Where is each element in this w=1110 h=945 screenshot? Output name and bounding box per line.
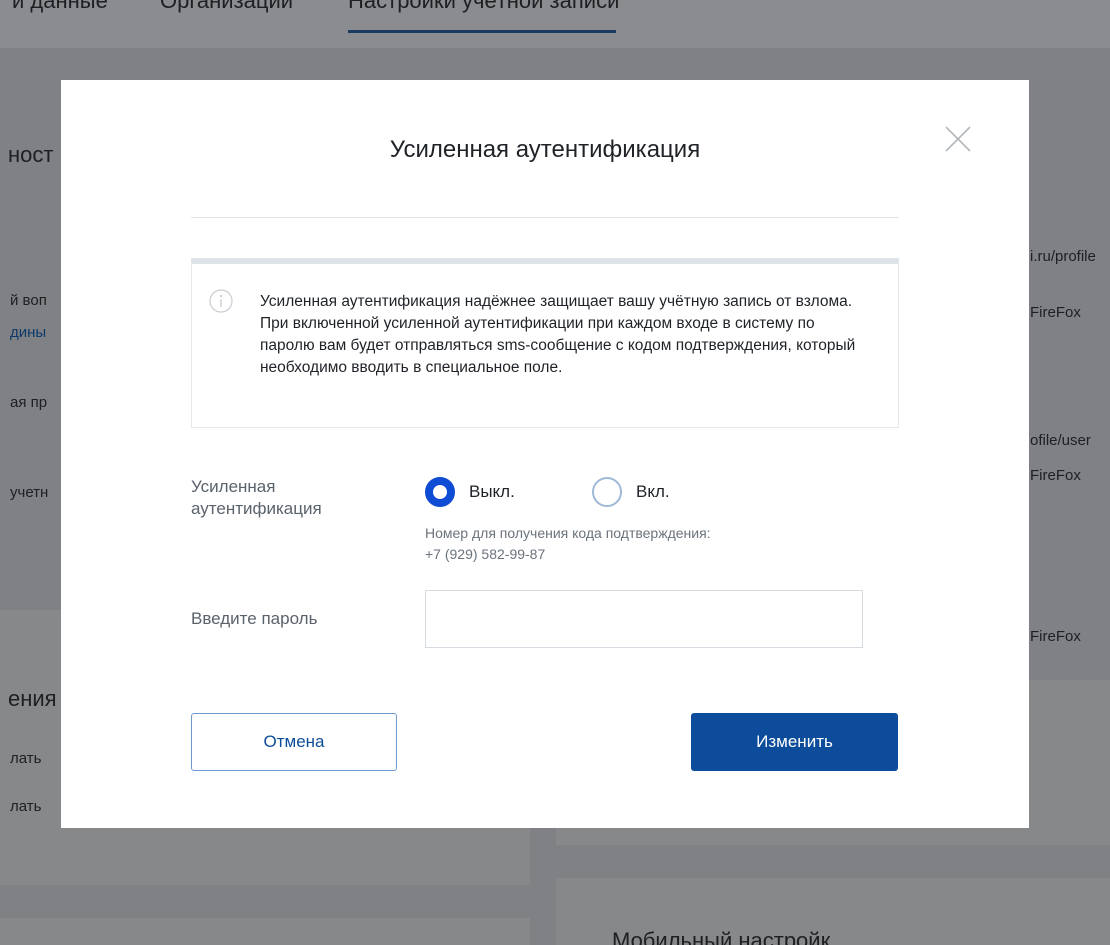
radio-unselected-icon[interactable] bbox=[592, 477, 622, 507]
background-text: FireFox bbox=[1030, 628, 1081, 645]
phone-hint: Номер для получения кода подтверждения: … bbox=[425, 523, 711, 565]
background-text: FireFox bbox=[1030, 467, 1081, 484]
password-label: Введите пароль bbox=[191, 609, 318, 628]
active-tab-underline bbox=[348, 30, 616, 33]
background-text: ения bbox=[8, 686, 57, 711]
modal-divider bbox=[191, 217, 899, 218]
submit-button[interactable]: Изменить bbox=[691, 713, 898, 771]
background-text: ая пр bbox=[10, 394, 48, 411]
background-tab-active[interactable]: Настройки учётной записи bbox=[348, 0, 619, 14]
background-tabs: и данные Организации Настройки учётной з… bbox=[0, 0, 1110, 36]
password-input[interactable] bbox=[425, 590, 863, 648]
background-text: лать bbox=[10, 798, 42, 815]
background-tab[interactable]: и данные bbox=[12, 0, 108, 14]
info-text: Усиленная аутентификация надёжнее защища… bbox=[260, 293, 856, 376]
close-icon[interactable] bbox=[941, 122, 975, 156]
page: и данные Организации Настройки учётной з… bbox=[0, 0, 1110, 945]
background-text: учетн bbox=[10, 484, 49, 501]
background-text: ност bbox=[8, 142, 54, 167]
background-text: й воп bbox=[10, 292, 47, 309]
background-text: FireFox bbox=[1030, 304, 1081, 321]
background-tab[interactable]: Организации bbox=[160, 0, 293, 14]
auth-label: Усиленная аутентификация bbox=[191, 477, 322, 518]
background-text: i.ru/profile bbox=[1030, 248, 1096, 265]
info-box: Усиленная аутентификация надёжнее защища… bbox=[191, 258, 899, 428]
radio-off-label: Выкл. bbox=[469, 482, 515, 501]
background-card bbox=[0, 918, 530, 945]
auth-settings-modal: Усиленная аутентификация Усиленная аутен… bbox=[61, 80, 1029, 828]
radio-on-label: Вкл. bbox=[636, 482, 670, 501]
background-text: ofile/user bbox=[1030, 432, 1091, 449]
radio-off[interactable]: Выкл. bbox=[425, 477, 515, 507]
phone-hint-label: Номер для получения кода подтверждения: bbox=[425, 525, 711, 541]
phone-number: +7 (929) 582-99-87 bbox=[425, 546, 546, 562]
background-link[interactable]: дины bbox=[10, 324, 46, 341]
info-icon bbox=[209, 289, 233, 313]
modal-title: Усиленная аутентификация bbox=[389, 136, 701, 163]
background-text: лать bbox=[10, 750, 42, 767]
cancel-button[interactable]: Отмена bbox=[191, 713, 397, 771]
background-text: Мобильный настройк bbox=[612, 928, 831, 945]
radio-selected-icon[interactable] bbox=[425, 477, 455, 507]
radio-on[interactable]: Вкл. bbox=[592, 477, 670, 507]
